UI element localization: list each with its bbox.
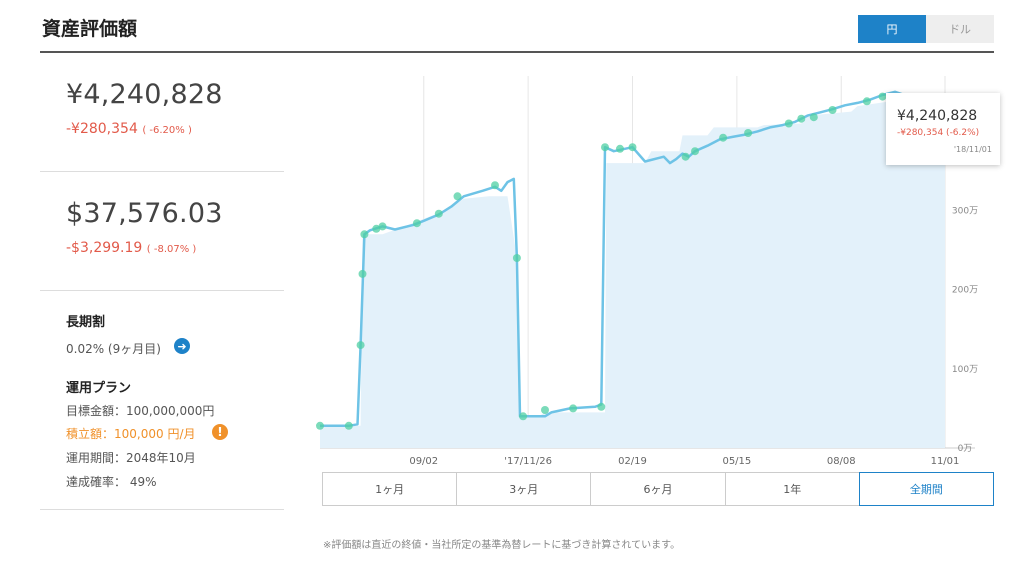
- data-point-marker: [601, 143, 609, 152]
- data-point-marker: [744, 129, 753, 137]
- data-point-marker: [344, 421, 353, 430]
- plan-target: 目標金額：100,000,000円: [66, 404, 215, 418]
- plan-probability: 達成確率： 49%: [66, 475, 157, 489]
- data-point-marker: [434, 209, 443, 218]
- data-point-marker: [691, 147, 699, 156]
- x-tick-label: 08/08: [827, 456, 856, 467]
- x-tick-label: 11/01: [931, 456, 960, 467]
- data-point-marker: [360, 230, 369, 239]
- usd-delta: -$3,299.19 ( -8.07% ): [66, 240, 196, 256]
- arrow-right-icon[interactable]: ➜: [174, 338, 190, 354]
- data-point-marker: [569, 404, 578, 413]
- data-point-marker: [358, 269, 367, 278]
- data-point-marker: [541, 406, 549, 414]
- page-title: 資産評価額: [42, 18, 138, 40]
- data-point-marker: [809, 113, 818, 122]
- x-tick-label: '17/11/26: [504, 456, 552, 467]
- y-tick-label: 100万: [952, 365, 978, 375]
- data-point-marker: [719, 133, 728, 142]
- data-point-marker: [597, 402, 606, 411]
- data-point-marker: [356, 341, 365, 350]
- y-tick-label: 300万: [952, 207, 978, 217]
- long-term-value: 0.02% (9ヶ月目): [66, 342, 161, 356]
- yen-summary: ¥4,240,828 -¥280,354 ( -6.20% ): [40, 53, 284, 172]
- chart-tooltip: ¥4,240,828 -¥280,354 (-6.2%) '18/11/01: [886, 93, 1000, 165]
- data-point-marker: [491, 181, 499, 190]
- yen-delta: -¥280,354 ( -6.20% ): [66, 121, 192, 137]
- footnote: ※評価額は直近の終値・当社所定の基準為替レートに基づき計算されています。: [323, 540, 681, 551]
- yen-value: ¥4,240,828: [66, 79, 223, 110]
- x-tick-label: 09/02: [409, 456, 438, 467]
- usd-delta-amount: -$3,299.19: [66, 240, 143, 256]
- data-point-marker: [681, 152, 690, 161]
- long-term-label: 長期割: [66, 315, 106, 330]
- usd-value: $37,576.03: [66, 198, 223, 229]
- usd-summary: $37,576.03 -$3,299.19 ( -8.07% ): [40, 172, 284, 291]
- data-point-marker: [862, 97, 871, 106]
- data-point-marker: [519, 412, 528, 421]
- x-tick-label: 05/15: [722, 456, 751, 467]
- data-point-marker: [628, 143, 637, 152]
- data-point-marker: [784, 119, 793, 128]
- data-point-marker: [797, 114, 806, 123]
- usd-delta-percent: ( -8.07% ): [146, 244, 197, 255]
- yen-delta-percent: ( -6.20% ): [142, 125, 192, 136]
- x-tick-label: 02/19: [618, 456, 647, 467]
- plan-info: 長期割 0.02% (9ヶ月目) 運用プラン 目標金額：100,000,000円…: [40, 291, 284, 510]
- warning-icon[interactable]: !: [212, 424, 228, 440]
- data-point-marker: [616, 144, 624, 153]
- plan-label: 運用プラン: [66, 381, 132, 396]
- currency-toggle: 円 ドル: [858, 15, 994, 43]
- range-6m-button[interactable]: 6ヶ月: [590, 472, 726, 506]
- data-point-marker: [412, 219, 421, 228]
- plan-monthly: 積立額：100,000 円/月: [66, 427, 196, 441]
- summary-panel: ¥4,240,828 -¥280,354 ( -6.20% ) $37,576.…: [40, 53, 284, 510]
- data-point-marker: [512, 254, 521, 262]
- tooltip-date: '18/11/01: [953, 145, 992, 154]
- data-point-marker: [828, 106, 837, 114]
- plan-period: 運用期間：2048年10月: [66, 451, 196, 465]
- range-selector: 1ヶ月 3ヶ月 6ヶ月 1年 全期間: [322, 472, 995, 506]
- range-1y-button[interactable]: 1年: [724, 472, 860, 506]
- data-point-marker: [453, 192, 462, 201]
- currency-yen-button[interactable]: 円: [858, 15, 926, 43]
- y-tick-label: 200万: [952, 286, 978, 296]
- currency-usd-button[interactable]: ドル: [926, 15, 994, 43]
- range-all-button[interactable]: 全期間: [858, 472, 995, 506]
- data-point-marker: [316, 421, 324, 430]
- range-1m-button[interactable]: 1ヶ月: [322, 472, 458, 506]
- tooltip-delta: -¥280,354 (-6.2%): [897, 128, 980, 138]
- yen-delta-amount: -¥280,354: [66, 121, 138, 137]
- range-3m-button[interactable]: 3ヶ月: [456, 472, 592, 506]
- tooltip-value: ¥4,240,828: [897, 108, 978, 124]
- data-point-marker: [378, 222, 387, 231]
- y-tick-label: 0万: [958, 444, 973, 454]
